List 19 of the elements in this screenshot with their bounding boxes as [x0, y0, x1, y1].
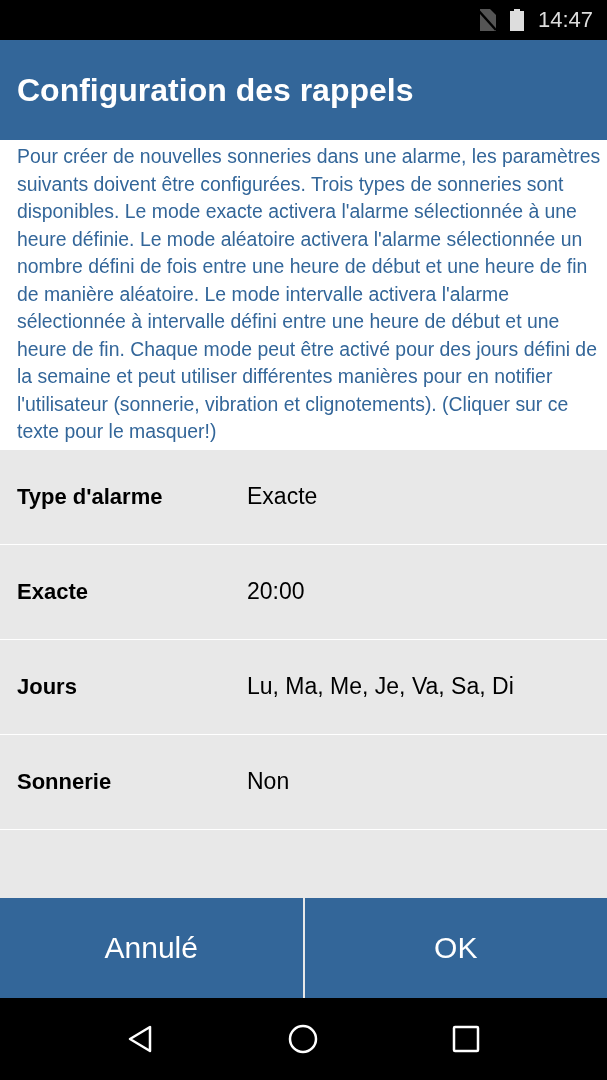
- setting-label: Sonnerie: [17, 768, 113, 795]
- description-text[interactable]: Pour créer de nouvelles sonneries dans une alarme, les paramètres suivants doivent être configurées. Trois types de sonneries sont disponibles. Le mode exacte activera l'alarme sélectionnée à une heure définie. Le mode aléatoire activera l'alarme sélectionnée un nombre défini de fois entre une heure de début et une heure de fin de manière aléatoire. Le mode intervalle activera l'alarme sélectionnée à intervalle défini entre une heure de début et une heure de fin. Chaque mode peut être activé pour des jours défini de la semaine et peut utiliser différentes manières pour en notifier l'utilisateur (sonnerie, vibration et clignotements). (Cliquer sur ce texte pour le masquer!): [0, 140, 607, 450]
- no-sim-icon: [477, 9, 496, 31]
- battery-icon: [509, 9, 524, 31]
- setting-row[interactable]: Sonnerie Non: [0, 734, 607, 830]
- screen-title: Configuration des rappels: [17, 71, 414, 109]
- setting-value: 20:00: [247, 578, 305, 605]
- setting-value: Lu, Ma, Me, Je, Va, Sa, Di: [247, 673, 514, 700]
- setting-label: Exacte: [17, 578, 89, 605]
- setting-value: Non: [247, 768, 290, 795]
- setting-value: Exacte: [247, 483, 318, 510]
- setting-row[interactable]: Type d'alarme Exacte: [0, 449, 607, 545]
- setting-row[interactable]: Exacte 20:00: [0, 544, 607, 640]
- home-icon[interactable]: [288, 1024, 319, 1054]
- recents-icon[interactable]: [450, 1024, 481, 1054]
- status-time: 14:47: [537, 7, 593, 33]
- setting-row[interactable]: Jours Lu, Ma, Me, Je, Va, Sa, Di: [0, 639, 607, 735]
- setting-label: Type d'alarme: [17, 483, 164, 510]
- setting-label: Jours: [17, 673, 78, 700]
